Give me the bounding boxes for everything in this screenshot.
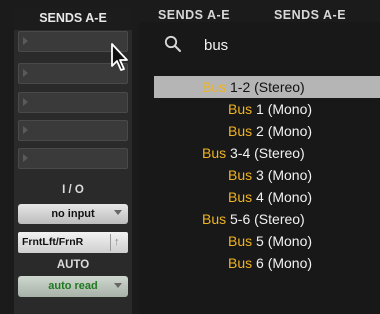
send-slot-c[interactable] bbox=[18, 92, 128, 113]
list-item-label: 1 (Mono) bbox=[252, 101, 313, 117]
output-selector[interactable]: FrntLft/FrnR ↑ bbox=[18, 232, 128, 253]
sends-header: SENDS A-E bbox=[14, 8, 132, 30]
list-item-label: 5-6 (Stereo) bbox=[226, 211, 305, 227]
list-item[interactable]: Bus 3 (Mono) bbox=[154, 164, 380, 186]
automation-mode-selector[interactable]: auto read bbox=[18, 276, 128, 297]
list-item-label: 5 (Mono) bbox=[252, 233, 313, 249]
list-item-label: 6 (Mono) bbox=[252, 255, 313, 271]
sends-column-header-2: SENDS A-E bbox=[157, 8, 231, 22]
list-item[interactable]: Bus 2 (Mono) bbox=[154, 120, 380, 142]
match-highlight: Bus bbox=[228, 189, 253, 205]
list-item-label: 3 (Mono) bbox=[252, 167, 313, 183]
match-highlight: Bus bbox=[202, 145, 227, 161]
list-item[interactable]: Bus 1 (Mono) bbox=[154, 98, 380, 120]
match-highlight: Bus bbox=[228, 101, 253, 117]
list-item[interactable]: Bus 1-2 (Stereo) bbox=[154, 76, 380, 98]
mouse-pointer-icon bbox=[111, 43, 128, 71]
send-arrow-icon bbox=[23, 154, 28, 162]
input-selector[interactable]: no input bbox=[18, 204, 128, 224]
pin-icon[interactable]: ↑ bbox=[114, 232, 120, 253]
input-selector-label: no input bbox=[51, 208, 95, 220]
list-item[interactable]: Bus 5 (Mono) bbox=[154, 230, 380, 252]
list-item-label: 1-2 (Stereo) bbox=[226, 79, 305, 95]
send-arrow-icon bbox=[23, 37, 28, 45]
list-item-label: 2 (Mono) bbox=[252, 123, 313, 139]
match-highlight: Bus bbox=[228, 255, 253, 271]
list-item[interactable]: Bus 6 (Mono) bbox=[154, 252, 380, 274]
io-label: I / O bbox=[62, 184, 84, 196]
send-slot-e[interactable] bbox=[18, 148, 128, 169]
list-item-label: 4 (Mono) bbox=[252, 189, 313, 205]
list-item-label: 3-4 (Stereo) bbox=[226, 145, 305, 161]
send-assignment-popup: Bus 1-2 (Stereo) Bus 1 (Mono) Bus 2 (Mon… bbox=[139, 22, 380, 314]
sends-column-header-3: SENDS A-E bbox=[273, 8, 347, 22]
send-arrow-icon bbox=[23, 126, 28, 134]
match-highlight: Bus bbox=[228, 123, 253, 139]
output-divider bbox=[110, 234, 111, 251]
match-highlight: Bus bbox=[202, 211, 227, 227]
list-item[interactable]: Bus 3-4 (Stereo) bbox=[154, 142, 380, 164]
search-results-list: Bus 1-2 (Stereo) Bus 1 (Mono) Bus 2 (Mon… bbox=[154, 76, 380, 314]
match-highlight: Bus bbox=[228, 167, 253, 183]
search-icon bbox=[164, 35, 181, 52]
search-input[interactable] bbox=[204, 34, 364, 56]
match-highlight: Bus bbox=[202, 79, 227, 95]
output-selector-label: FrntLft/FrnR bbox=[22, 236, 84, 248]
chevron-down-icon bbox=[114, 283, 122, 288]
list-item[interactable]: Bus 4 (Mono) bbox=[154, 186, 380, 208]
automation-mode-label: auto read bbox=[48, 280, 98, 292]
auto-label: AUTO bbox=[56, 259, 90, 271]
send-arrow-icon bbox=[23, 69, 28, 77]
chevron-down-icon bbox=[114, 210, 122, 215]
list-item[interactable]: Bus 5-6 (Stereo) bbox=[154, 208, 380, 230]
send-slot-d[interactable] bbox=[18, 120, 128, 141]
match-highlight: Bus bbox=[228, 233, 253, 249]
search-bar bbox=[139, 22, 380, 68]
send-arrow-icon bbox=[23, 98, 28, 106]
